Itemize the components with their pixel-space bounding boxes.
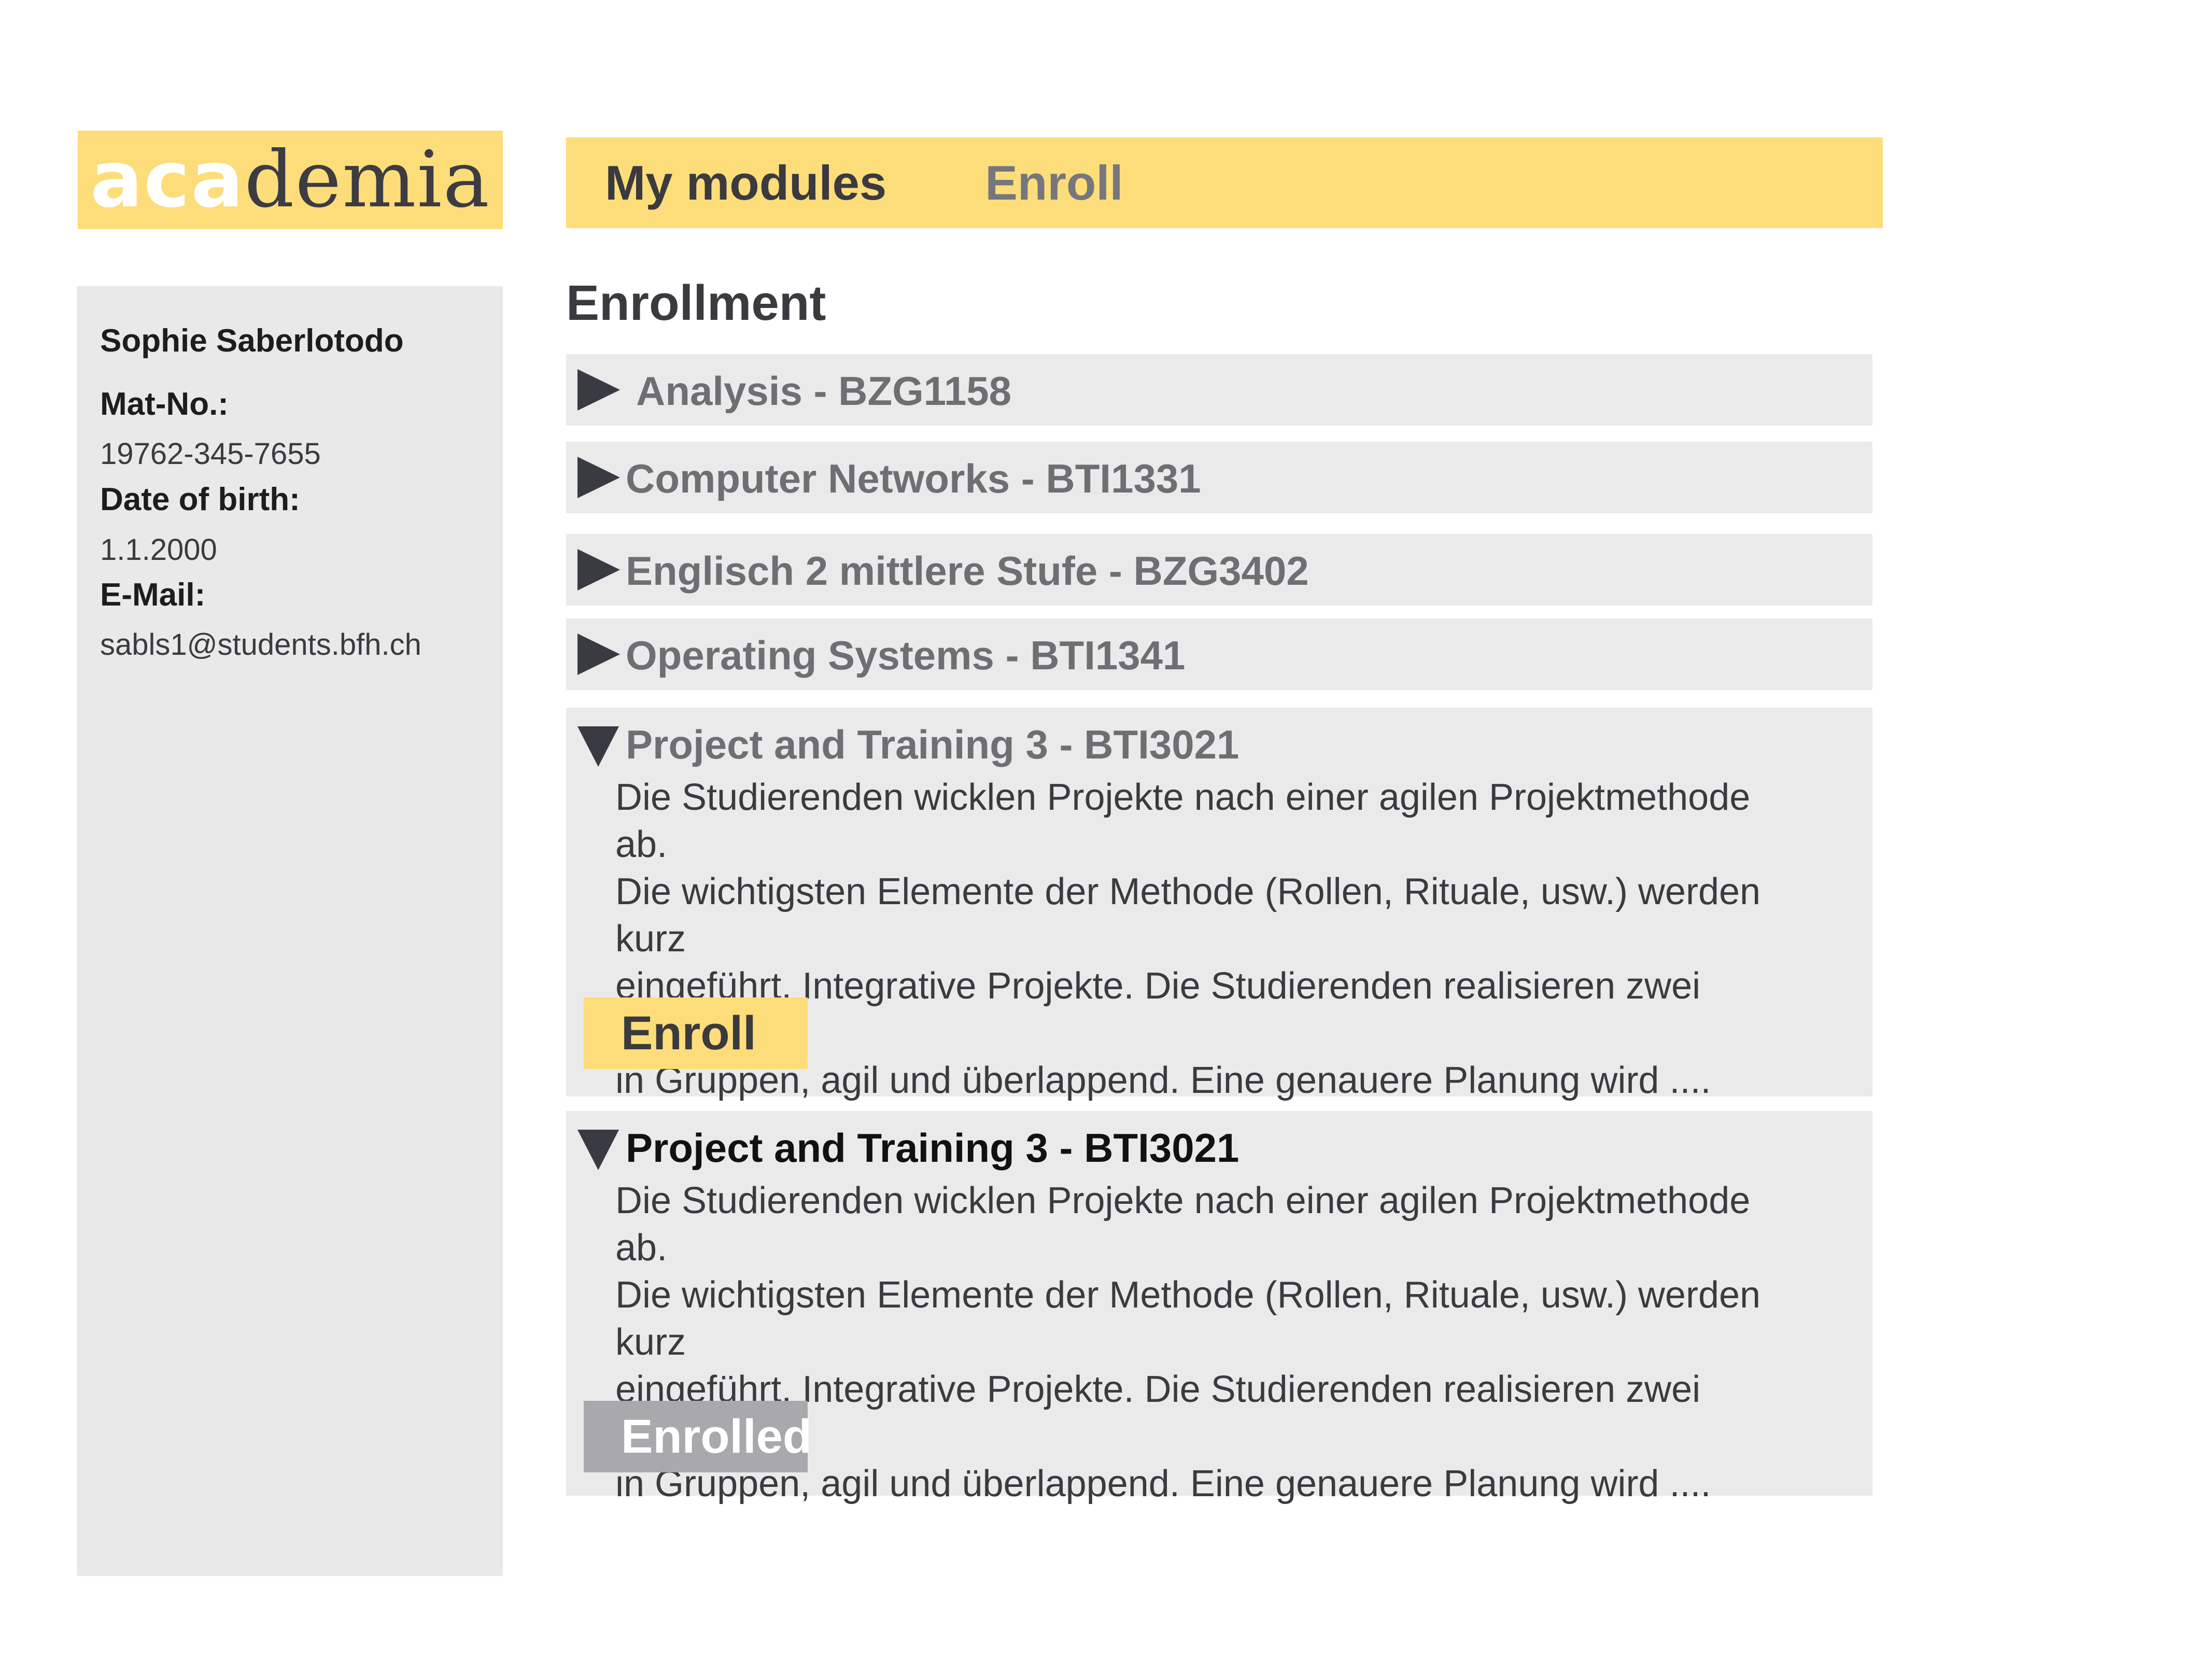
date-of-birth-label: Date of birth: — [100, 482, 300, 517]
nav-enroll[interactable]: Enroll — [985, 155, 1123, 211]
logo-part-aca: aca — [90, 135, 245, 225]
module-row-operating-systems[interactable]: Operating Systems - BTI1341 — [566, 618, 1872, 690]
enroll-button[interactable]: Enroll — [584, 997, 808, 1069]
module-title: Computer Networks - BTI1331 — [626, 456, 1201, 501]
mat-no-value: 19762-345-7655 — [100, 437, 321, 471]
triangle-right-icon — [577, 457, 620, 498]
description-line: Die wichtigsten Elemente der Methode (Ro… — [615, 1274, 1761, 1363]
module-title: Project and Training 3 - BTI3021 — [626, 722, 1239, 767]
module-title: Analysis - BZG1158 — [636, 368, 1012, 414]
date-of-birth-value: 1.1.2000 — [100, 533, 217, 567]
top-navigation-bar: My modules Enroll — [566, 137, 1883, 228]
module-row-analysis[interactable]: Analysis - BZG1158 — [566, 354, 1872, 426]
description-line: Die Studierenden wicklen Projekte nach e… — [615, 1180, 1751, 1269]
triangle-right-icon — [577, 549, 620, 591]
module-title: Project and Training 3 - BTI3021 — [626, 1125, 1239, 1171]
academia-logo[interactable]: aca demia — [78, 131, 503, 229]
description-line: Die Studierenden wicklen Projekte nach e… — [615, 777, 1751, 865]
mat-no-label: Mat-No.: — [100, 386, 229, 422]
enrolled-status-button: Enrolled — [584, 1401, 812, 1472]
module-row-computer-networks[interactable]: Computer Networks - BTI1331 — [566, 442, 1872, 513]
module-row-englisch[interactable]: Englisch 2 mittlere Stufe - BZG3402 — [566, 534, 1872, 606]
triangle-down-icon — [577, 1130, 619, 1170]
nav-my-modules[interactable]: My modules — [605, 155, 886, 211]
module-title: Operating Systems - BTI1341 — [626, 632, 1186, 678]
email-label: E-Mail: — [100, 577, 206, 613]
triangle-right-icon — [577, 369, 620, 411]
triangle-down-icon — [577, 726, 619, 767]
triangle-right-icon — [577, 634, 620, 675]
module-title: Englisch 2 mittlere Stufe - BZG3402 — [626, 548, 1309, 594]
description-line: Die wichtigsten Elemente der Methode (Ro… — [615, 871, 1761, 960]
module-row-project-training-expanded[interactable]: Project and Training 3 - BTI3021 Die Stu… — [566, 708, 1872, 1101]
student-name: Sophie Saberlotodo — [100, 323, 404, 359]
logo-part-demia: demia — [244, 135, 490, 225]
page-title: Enrollment — [566, 275, 826, 331]
student-profile-sidebar: Sophie Saberlotodo Mat-No.: 19762-345-76… — [77, 286, 503, 1576]
email-value: sabls1@students.bfh.ch — [100, 628, 421, 662]
module-row-project-training-enrolled[interactable]: Project and Training 3 - BTI3021 Die Stu… — [566, 1111, 1872, 1505]
